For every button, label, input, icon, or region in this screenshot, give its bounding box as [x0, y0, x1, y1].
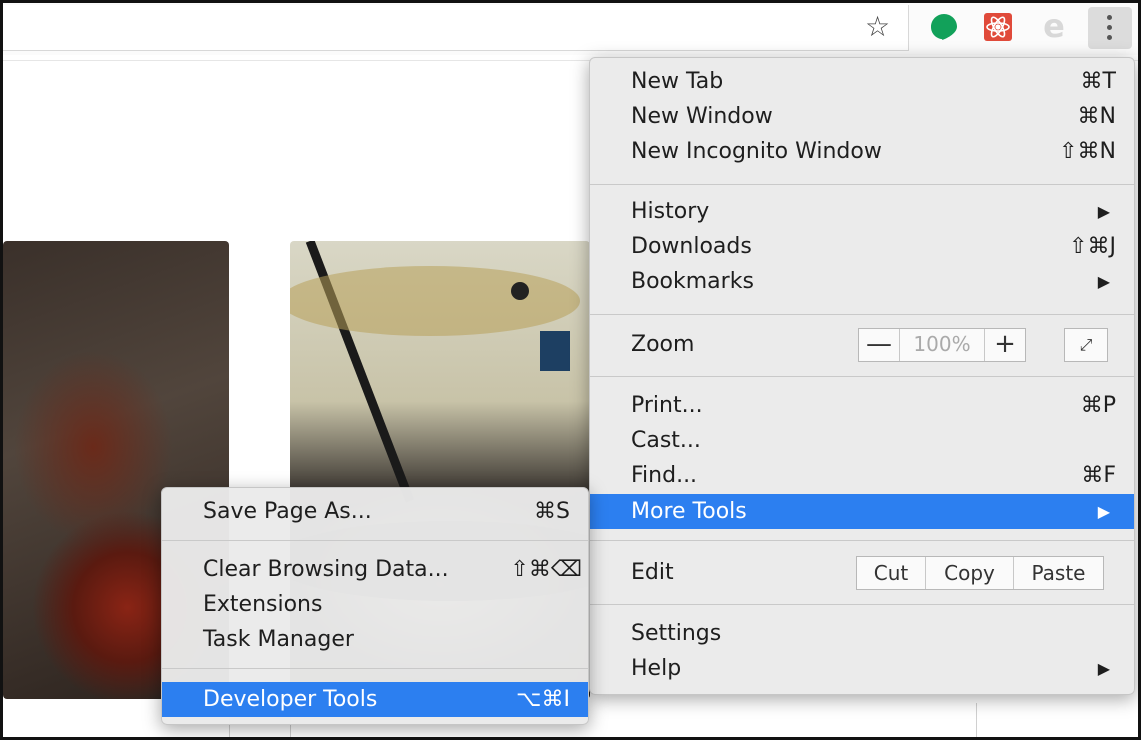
zoom-out-button[interactable]: —	[859, 329, 899, 361]
menu-item-save-page-as[interactable]: Save Page As... ⌘S	[162, 494, 588, 529]
menu-item-print[interactable]: Print... ⌘P	[590, 388, 1134, 423]
more-tools-submenu: Save Page As... ⌘S Clear Browsing Data..…	[161, 487, 589, 725]
menu-item-help[interactable]: Help ▶	[590, 651, 1134, 686]
menu-separator	[162, 540, 588, 541]
zoom-in-button[interactable]: +	[985, 329, 1025, 361]
bookmark-star-icon[interactable]: ☆	[865, 11, 890, 43]
browser-window: ☆ e New Tab ⌘T New Window ⌘N New Incogni…	[0, 0, 1141, 740]
menu-item-edit: Edit Cut Copy Paste	[590, 550, 1134, 596]
menu-item-settings[interactable]: Settings	[590, 616, 1134, 651]
content-divider	[976, 703, 977, 737]
menu-item-find[interactable]: Find... ⌘F	[590, 458, 1134, 493]
copy-button[interactable]: Copy	[925, 557, 1013, 589]
menu-separator	[590, 604, 1134, 605]
menu-item-cast[interactable]: Cast...	[590, 423, 1134, 458]
browser-toolbar: ☆ e	[3, 3, 1138, 55]
hangouts-icon[interactable]	[930, 13, 958, 41]
menu-separator	[590, 314, 1134, 315]
evernote-icon[interactable]: e	[1040, 10, 1068, 42]
menu-item-new-window[interactable]: New Window ⌘N	[590, 99, 1134, 134]
menu-item-extensions[interactable]: Extensions	[162, 587, 588, 622]
menu-item-clear-browsing-data[interactable]: Clear Browsing Data... ⇧⌘⌫	[162, 552, 588, 587]
menu-separator	[590, 376, 1134, 377]
menu-item-task-manager[interactable]: Task Manager	[162, 622, 588, 657]
fullscreen-icon[interactable]: ⤢	[1064, 328, 1108, 362]
zoom-control: — 100% +	[858, 328, 1026, 362]
menu-item-bookmarks[interactable]: Bookmarks ▶	[590, 264, 1134, 299]
submenu-arrow-icon: ▶	[1097, 659, 1110, 678]
menu-item-new-tab[interactable]: New Tab ⌘T	[590, 64, 1134, 99]
address-bar[interactable]	[3, 5, 909, 51]
edit-controls: Cut Copy Paste	[856, 556, 1104, 590]
chrome-main-menu: New Tab ⌘T New Window ⌘N New Incognito W…	[589, 57, 1135, 695]
menu-separator	[590, 540, 1134, 541]
cut-button[interactable]: Cut	[857, 557, 925, 589]
react-devtools-icon[interactable]	[984, 13, 1012, 41]
paste-button[interactable]: Paste	[1013, 557, 1103, 589]
kebab-menu-icon[interactable]	[1088, 7, 1132, 49]
submenu-arrow-icon: ▶	[1097, 202, 1110, 221]
menu-separator	[162, 668, 588, 669]
menu-item-history[interactable]: History ▶	[590, 194, 1134, 229]
menu-item-developer-tools[interactable]: Developer Tools ⌥⌘I	[162, 682, 588, 717]
menu-item-more-tools[interactable]: More Tools ▶	[590, 494, 1134, 529]
menu-item-zoom: Zoom — 100% + ⤢	[590, 320, 1134, 370]
submenu-arrow-icon: ▶	[1097, 502, 1110, 521]
submenu-arrow-icon: ▶	[1097, 272, 1110, 291]
menu-item-new-incognito-window[interactable]: New Incognito Window ⇧⌘N	[590, 134, 1134, 169]
menu-item-downloads[interactable]: Downloads ⇧⌘J	[590, 229, 1134, 264]
zoom-level: 100%	[899, 329, 985, 361]
menu-separator	[590, 184, 1134, 185]
